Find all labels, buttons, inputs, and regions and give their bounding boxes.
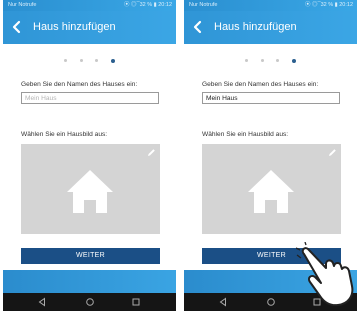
screen-divider bbox=[176, 0, 184, 311]
status-indicators: ⦿ ◎ ̅ 32 % ▮ 20:12 bbox=[124, 2, 172, 8]
house-icon bbox=[67, 170, 113, 213]
status-bar: Nur Notrufe ⦿ ◎ ̅ 32 % ▮ 20:12 bbox=[184, 0, 357, 11]
bottom-decoration bbox=[3, 270, 176, 293]
weiter-button[interactable]: WEITER bbox=[21, 248, 160, 264]
app-bar: Haus hinzufügen bbox=[184, 11, 357, 44]
phone-screen-left: Nur Notrufe ⦿ ◎ ̅ 32 % ▮ 20:12 Haus hinz… bbox=[3, 0, 176, 311]
circle-home-icon[interactable] bbox=[85, 297, 95, 307]
square-recent-icon[interactable] bbox=[131, 297, 141, 307]
triangle-back-icon[interactable] bbox=[218, 297, 228, 307]
pager-dot bbox=[260, 59, 264, 63]
pager-dots bbox=[184, 52, 357, 63]
house-image-label: Wählen Sie ein Hausbild aus: bbox=[21, 131, 108, 138]
house-name-input[interactable] bbox=[21, 92, 159, 104]
carrier-text: Nur Notrufe bbox=[189, 2, 218, 8]
pager-dot-active bbox=[291, 58, 296, 63]
page-title: Haus hinzufügen bbox=[33, 21, 116, 33]
pager-dot bbox=[79, 59, 83, 63]
pager-dot bbox=[64, 59, 68, 63]
triangle-back-icon[interactable] bbox=[37, 297, 47, 307]
circle-home-icon[interactable] bbox=[266, 297, 276, 307]
system-navbar bbox=[3, 293, 176, 311]
page-title: Haus hinzufügen bbox=[214, 21, 297, 33]
arrow-left-icon[interactable] bbox=[11, 20, 23, 34]
house-image-label: Wählen Sie ein Hausbild aus: bbox=[202, 131, 289, 138]
pager-dot-active bbox=[110, 58, 115, 63]
arrow-left-icon[interactable] bbox=[192, 20, 204, 34]
status-indicators: ⦿ ◎ ̅ 32 % ▮ 20:12 bbox=[305, 2, 353, 8]
pencil-icon[interactable] bbox=[328, 148, 337, 157]
pager-dots bbox=[3, 52, 176, 63]
house-name-label: Geben Sie den Namen des Hauses ein: bbox=[21, 81, 138, 88]
hand-pointer-icon bbox=[296, 242, 354, 307]
house-icon bbox=[248, 170, 294, 213]
app-bar: Haus hinzufügen bbox=[3, 11, 176, 44]
pager-dot bbox=[245, 59, 249, 63]
pencil-icon[interactable] bbox=[147, 148, 156, 157]
status-bar: Nur Notrufe ⦿ ◎ ̅ 32 % ▮ 20:12 bbox=[3, 0, 176, 11]
house-name-label: Geben Sie den Namen des Hauses ein: bbox=[202, 81, 319, 88]
pager-dot bbox=[276, 59, 280, 63]
phone-screen-right: Nur Notrufe ⦿ ◎ ̅ 32 % ▮ 20:12 Haus hinz… bbox=[184, 0, 357, 311]
pager-dot bbox=[95, 59, 99, 63]
house-image-picker[interactable] bbox=[202, 144, 341, 234]
carrier-text: Nur Notrufe bbox=[8, 2, 37, 8]
house-image-picker[interactable] bbox=[21, 144, 160, 234]
house-name-input[interactable] bbox=[202, 92, 340, 104]
